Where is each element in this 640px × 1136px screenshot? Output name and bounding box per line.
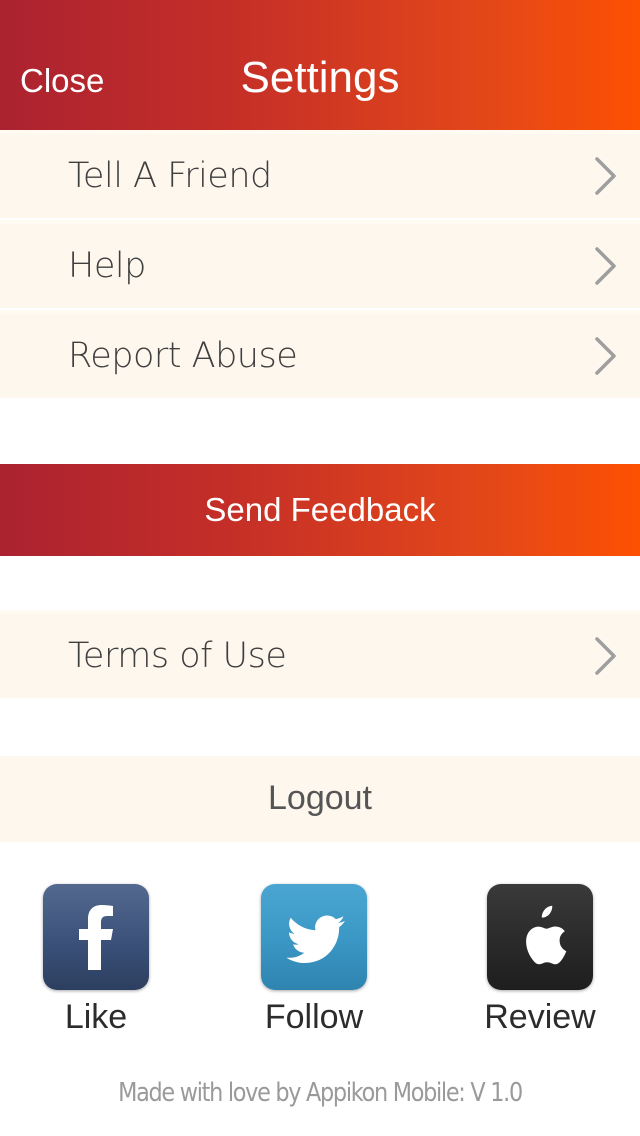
app-store-review-button[interactable]: Review [460, 884, 620, 1044]
twitter-follow-button[interactable]: Follow [234, 884, 394, 1044]
footer-credit: Made with love by Appikon Mobile: V 1.0 [118, 1078, 523, 1108]
menu-item-label: Tell A Friend [68, 156, 272, 196]
menu-item-terms-of-use[interactable]: Terms of Use [0, 610, 640, 698]
social-label: Like [64, 998, 128, 1036]
menu-item-label: Help [68, 246, 146, 286]
facebook-icon [43, 884, 149, 990]
twitter-icon [261, 884, 367, 990]
chevron-right-icon [595, 247, 616, 285]
page-title: Settings [240, 53, 400, 102]
social-label: Review [484, 998, 596, 1036]
menu-item-tell-a-friend[interactable]: Tell A Friend [0, 130, 640, 218]
menu-item-help[interactable]: Help [0, 220, 640, 308]
chevron-right-icon [595, 637, 616, 675]
chevron-right-icon [595, 157, 616, 195]
social-label: Follow [264, 998, 364, 1036]
menu-item-report-abuse[interactable]: Report Abuse [0, 310, 640, 398]
send-feedback-button[interactable]: Send Feedback [0, 464, 640, 556]
apple-icon [487, 884, 593, 990]
logout-label: Logout [268, 779, 372, 817]
header-bar: Close Settings [0, 0, 640, 130]
logout-button[interactable]: Logout [0, 756, 640, 842]
menu-item-label: Report Abuse [68, 336, 298, 376]
chevron-right-icon [595, 337, 616, 375]
send-feedback-label: Send Feedback [204, 491, 436, 528]
menu-item-label: Terms of Use [68, 636, 287, 676]
facebook-like-button[interactable]: Like [16, 884, 176, 1044]
